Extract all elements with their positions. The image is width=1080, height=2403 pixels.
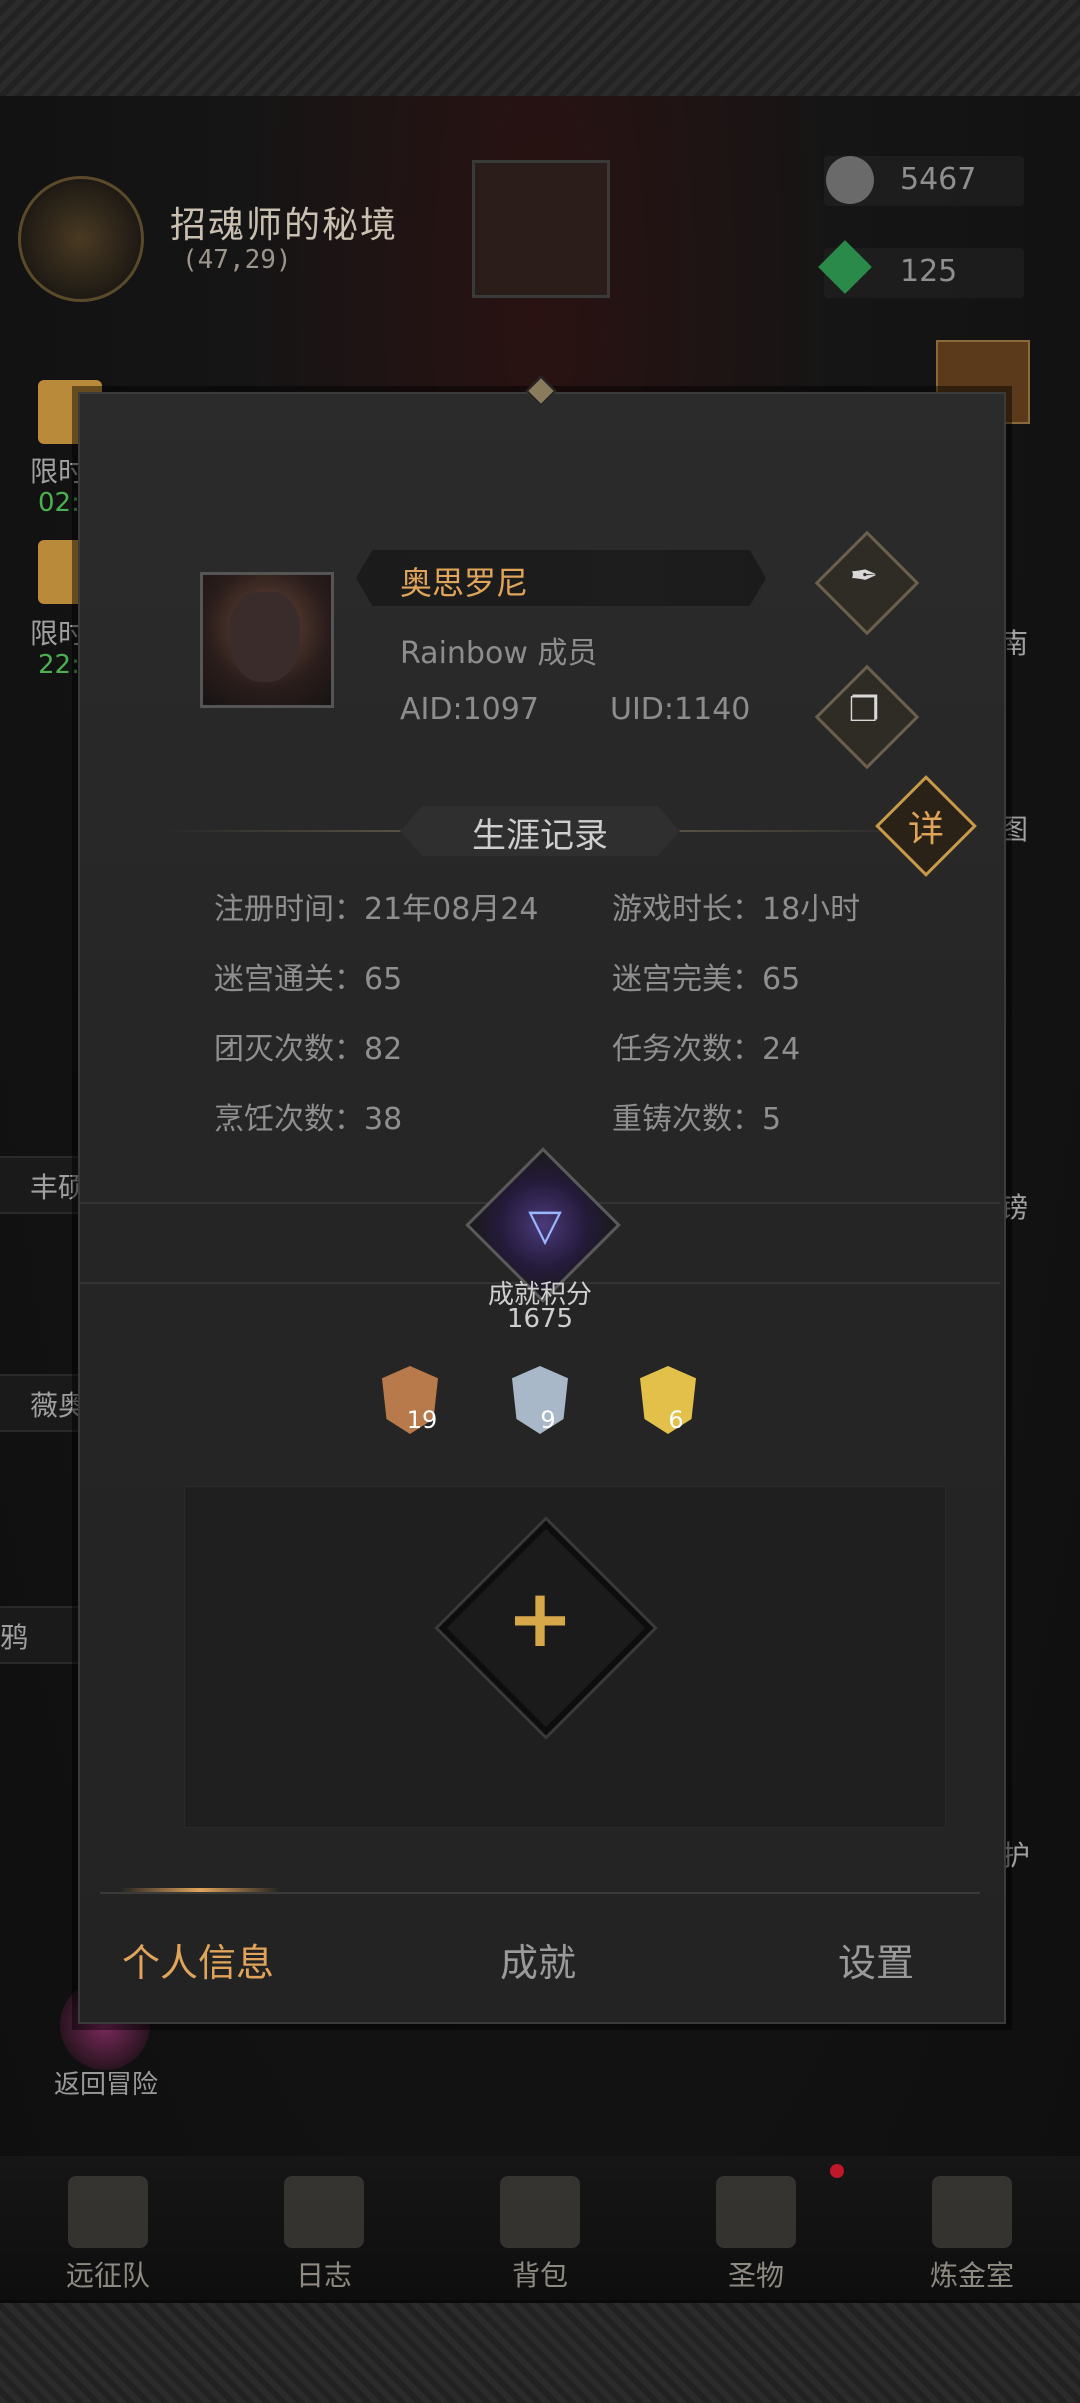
resource-stone-value: 5467 xyxy=(900,162,977,197)
triangle-emblem-icon: ▽ xyxy=(528,1200,562,1251)
stat-cooking: 烹饪次数：38 xyxy=(214,1102,403,1137)
resource-emerald-value: 125 xyxy=(900,254,958,289)
return-label: 返回冒险 xyxy=(54,2070,159,2100)
detail-label: 详 xyxy=(907,809,944,850)
stat-quests: 任务次数：24 xyxy=(612,1032,801,1067)
medal-count: 6 xyxy=(668,1406,684,1434)
career-title: 生涯记录 xyxy=(472,816,608,856)
quill-icon: ✒ xyxy=(849,556,879,596)
stat-maze-clear: 迷宫通关：65 xyxy=(214,962,403,997)
player-uid: UID:1140 xyxy=(610,692,751,727)
nav-label: 圣物 xyxy=(727,2259,784,2292)
document-icon: ❐ xyxy=(848,690,880,730)
medal-count: 9 xyxy=(540,1406,556,1434)
stat-register-time: 注册时间：21年08月24 xyxy=(214,892,539,927)
nav-item-expedition[interactable]: 远征队 xyxy=(28,2176,188,2294)
player-aid: AID:1097 xyxy=(400,692,539,727)
tab-active-indicator xyxy=(120,1888,280,1892)
nav-item-journal[interactable]: 日志 xyxy=(244,2176,404,2294)
chalice-icon xyxy=(716,2176,796,2248)
bronze-medal[interactable]: 19 xyxy=(382,1366,442,1438)
tab-achievements[interactable]: 成就 xyxy=(500,1932,576,1987)
alchemy-icon xyxy=(932,2176,1012,2248)
nav-label: 背包 xyxy=(511,2259,568,2292)
player-name: 奥思罗尼 xyxy=(400,564,529,602)
location-coords: (47,29) xyxy=(182,245,292,275)
silver-medal[interactable]: 9 xyxy=(512,1366,572,1438)
side-tab-label: 鸦 xyxy=(0,1621,29,1654)
stat-reforge: 重铸次数：5 xyxy=(612,1102,782,1137)
notification-dot xyxy=(830,2164,844,2178)
gold-medal[interactable]: 6 xyxy=(640,1366,700,1438)
stat-maze-perfect: 迷宫完美：65 xyxy=(612,962,801,997)
top-ornament-bar xyxy=(0,0,1080,99)
tab-personal-info[interactable]: 个人信息 xyxy=(122,1932,274,1987)
location-medal-icon[interactable] xyxy=(18,176,144,302)
side-item-timer: 02: xyxy=(38,488,80,518)
nav-label: 远征队 xyxy=(65,2259,150,2292)
backpack-icon xyxy=(500,2176,580,2248)
nav-label: 炼金室 xyxy=(929,2259,1014,2292)
bottom-ornament-bar xyxy=(0,2300,1080,2403)
nav-item-alchemy[interactable]: 炼金室 xyxy=(892,2176,1052,2294)
nav-item-relics[interactable]: 圣物 xyxy=(676,2176,836,2294)
tab-settings[interactable]: 设置 xyxy=(838,1932,914,1987)
stone-icon xyxy=(826,156,874,204)
medal-count: 19 xyxy=(406,1406,438,1434)
stat-play-time: 游戏时长：18小时 xyxy=(612,892,861,927)
avatar-figure xyxy=(230,592,300,682)
nav-item-backpack[interactable]: 背包 xyxy=(460,2176,620,2294)
scroll-icon xyxy=(284,2176,364,2248)
hero-portrait[interactable] xyxy=(472,160,610,298)
nav-label: 日志 xyxy=(295,2259,352,2292)
location-name: 招魂师的秘境 xyxy=(170,205,399,246)
tab-divider xyxy=(100,1892,980,1894)
achievement-score: 1675 xyxy=(506,1304,574,1334)
side-right-label: 护 xyxy=(1002,1839,1031,1872)
stat-team-wipes: 团灭次数：82 xyxy=(214,1032,403,1067)
player-guild: Rainbow 成员 xyxy=(400,636,598,671)
plus-icon: + xyxy=(506,1572,574,1665)
helmet-icon xyxy=(68,2176,148,2248)
side-item-timer: 22: xyxy=(38,650,80,680)
